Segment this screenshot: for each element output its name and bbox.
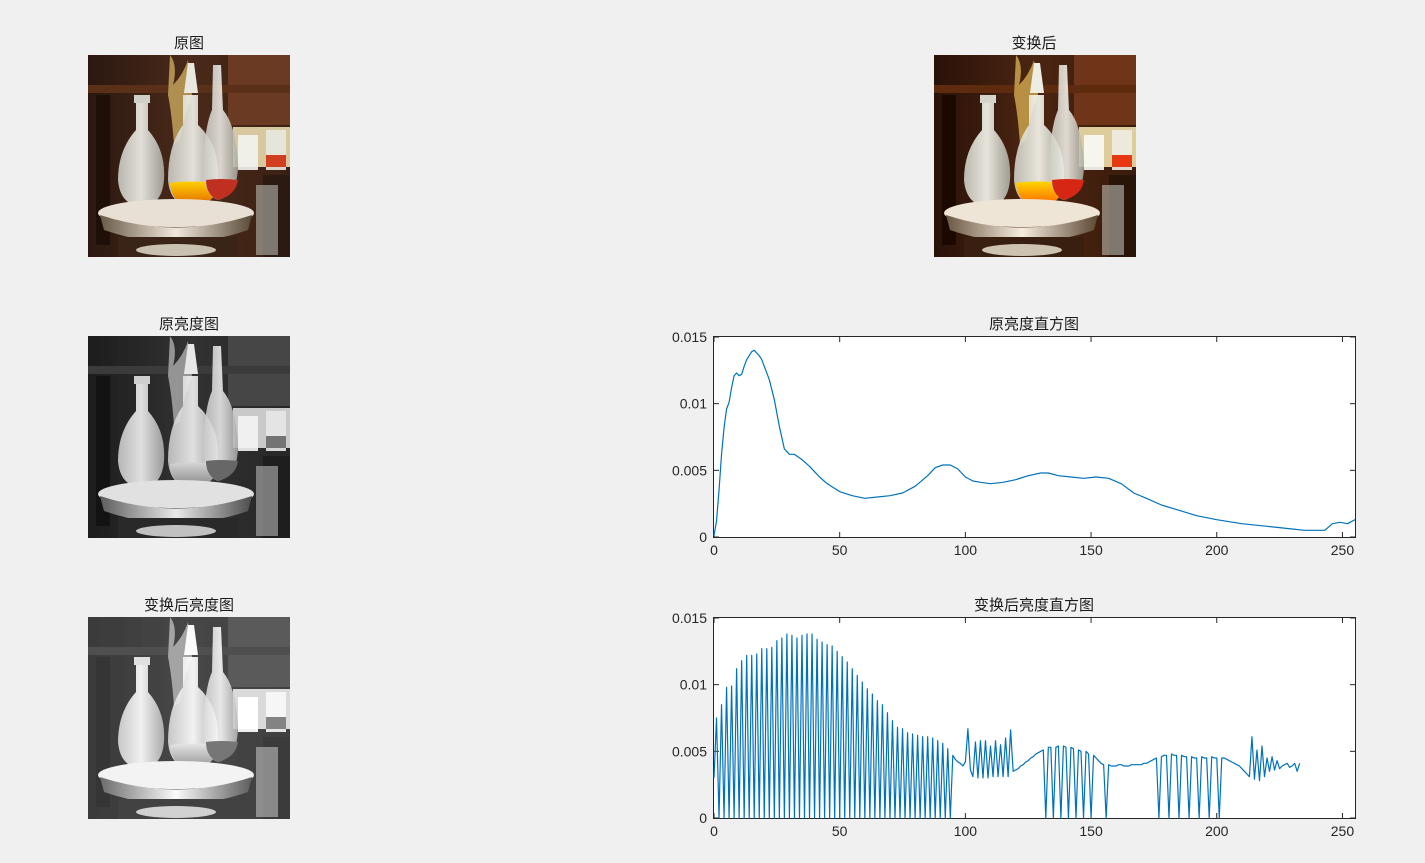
transformed-hist-title: 变换后亮度直方图 (973, 596, 1095, 614)
transformed-histogram-axes: 0 50 100 150 200 250 0 0.005 0.01 0.015 (672, 610, 1356, 839)
x-tick-label: 250 (1331, 823, 1355, 839)
transformed-image (934, 55, 1136, 257)
original-histogram-axes: 0 50 100 150 200 250 0 0.005 0.01 0.015 (672, 329, 1356, 558)
y-tick-label: 0.005 (672, 462, 707, 478)
transformed-image-title: 变换后 (1011, 34, 1057, 52)
histogram-plot-0: 0 50 100 150 200 250 0 0.005 0.01 0.015 (672, 329, 1356, 558)
x-tick-label: 100 (954, 542, 978, 558)
y-tick-label: 0.005 (672, 743, 707, 759)
y-tick-label: 0.015 (672, 610, 707, 626)
x-tick-label: 0 (710, 823, 718, 839)
x-tick-label: 150 (1079, 542, 1103, 558)
x-tick-label: 200 (1205, 823, 1229, 839)
y-tick-label: 0 (699, 529, 707, 545)
histogram-series-line (713, 349, 1356, 536)
histogram-plot-1: 0 50 100 150 200 250 0 0.005 0.01 0.015 (672, 610, 1355, 839)
original-hist-title: 原亮度直方图 (988, 315, 1080, 333)
transformed-gray-title: 变换后亮度图 (143, 596, 235, 614)
y-tick-label: 0 (699, 810, 707, 826)
y-tick-label: 0.01 (680, 677, 707, 693)
x-tick-label: 250 (1331, 542, 1355, 558)
original-image-title: 原图 (173, 34, 205, 52)
x-tick-label: 150 (1079, 823, 1103, 839)
x-tick-label: 50 (832, 542, 848, 558)
histogram-series-line (713, 633, 1301, 819)
x-tick-label: 0 (710, 542, 718, 558)
x-tick-label: 200 (1205, 542, 1229, 558)
x-tick-label: 100 (954, 823, 978, 839)
transformed-gray-image (88, 617, 290, 819)
x-tick-label: 50 (832, 823, 848, 839)
original-image (88, 55, 290, 257)
original-gray-image (88, 336, 290, 538)
original-gray-title: 原亮度图 (158, 315, 220, 333)
y-tick-label: 0.015 (672, 329, 707, 345)
y-tick-label: 0.01 (680, 396, 707, 412)
